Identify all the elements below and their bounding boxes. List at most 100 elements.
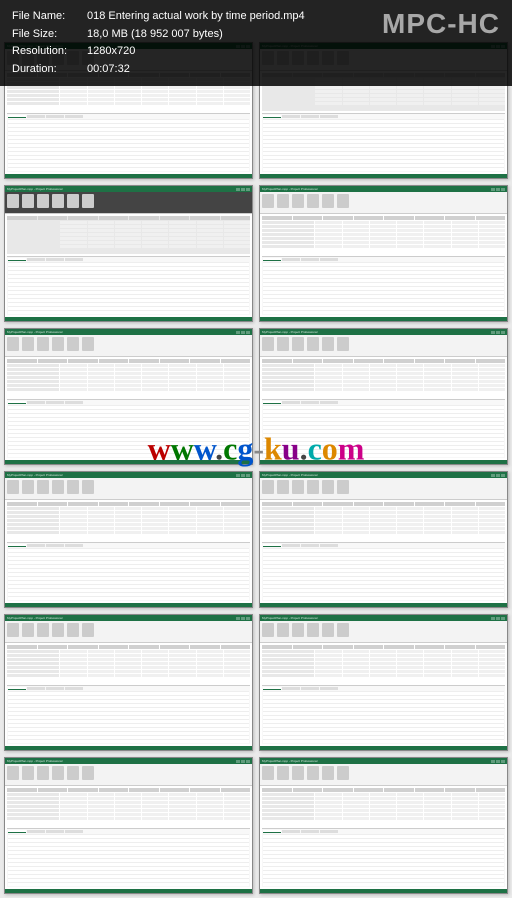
maximize-icon (496, 617, 500, 620)
table-row (7, 364, 250, 367)
table-row (262, 801, 505, 804)
minimize-icon (236, 188, 240, 191)
close-icon (246, 617, 250, 620)
ribbon-button-icon (322, 480, 334, 494)
ribbon-button-icon (82, 480, 94, 494)
table-row (7, 241, 250, 244)
minimize-icon (236, 331, 240, 334)
maximize-icon (241, 760, 245, 763)
task-table (7, 645, 250, 683)
task-table (262, 788, 505, 826)
detail-tab (282, 401, 300, 404)
table-row (262, 225, 505, 228)
ribbon-button-icon (52, 337, 64, 351)
table-row (7, 670, 250, 673)
details-pane (7, 256, 250, 315)
ribbon-button-icon (307, 480, 319, 494)
table-row (262, 507, 505, 510)
details-pane (262, 256, 505, 315)
table-row (7, 245, 250, 248)
status-bar (260, 174, 507, 178)
table-row (7, 523, 250, 526)
detail-tab (282, 258, 300, 261)
video-thumbnail[interactable]: MyProjectPlan.mpp - Project Professional (4, 614, 253, 751)
content-area (260, 643, 507, 746)
minimize-icon (491, 760, 495, 763)
detail-tab (8, 830, 26, 833)
window-title: MyProjectPlan.mpp - Project Professional (7, 473, 62, 477)
ribbon-button-icon (292, 337, 304, 351)
close-icon (246, 188, 250, 191)
content-area (5, 500, 252, 603)
ribbon-button-icon (337, 337, 349, 351)
detail-tab (8, 401, 26, 404)
table-row (7, 527, 250, 530)
detail-tab (8, 544, 26, 547)
video-thumbnail[interactable]: MyProjectPlan.mpp - Project Professional (259, 328, 508, 465)
close-icon (246, 474, 250, 477)
table-row (262, 94, 505, 97)
table-row (7, 388, 250, 391)
maximize-icon (496, 760, 500, 763)
ribbon-button-icon (322, 623, 334, 637)
ribbon-toolbar (260, 192, 507, 214)
table-row (7, 797, 250, 800)
detail-tab (65, 115, 83, 118)
table-row (262, 797, 505, 800)
timephased-grid (8, 119, 249, 171)
task-table (262, 216, 505, 254)
video-thumbnail[interactable]: MyProjectPlan.mpp - Project Professional (4, 328, 253, 465)
task-table (262, 359, 505, 397)
detail-tab (282, 544, 300, 547)
video-thumbnail[interactable]: MyProjectPlan.mpp - Project Professional (259, 757, 508, 894)
detail-tab (320, 258, 338, 261)
table-row (262, 221, 505, 224)
details-pane (7, 828, 250, 887)
video-thumbnail[interactable]: MyProjectPlan.mpp - Project Professional (4, 185, 253, 322)
video-thumbnail[interactable]: MyProjectPlan.mpp - Project Professional (259, 471, 508, 608)
detail-tab (320, 115, 338, 118)
ribbon-button-icon (262, 766, 274, 780)
ribbon-button-icon (307, 337, 319, 351)
table-row (7, 86, 250, 89)
player-app-title: MPC-HC (382, 8, 500, 40)
detail-tab (27, 401, 45, 404)
table-row (262, 515, 505, 518)
video-thumbnail[interactable]: MyProjectPlan.mpp - Project Professional (259, 185, 508, 322)
ribbon-button-icon (67, 623, 79, 637)
ribbon-button-icon (7, 766, 19, 780)
content-area (260, 500, 507, 603)
ribbon-button-icon (7, 480, 19, 494)
table-row (262, 670, 505, 673)
video-thumbnail[interactable]: MyProjectPlan.mpp - Project Professional (4, 757, 253, 894)
table-row (262, 364, 505, 367)
table-row (262, 372, 505, 375)
detail-tab (65, 544, 83, 547)
detail-tab (320, 544, 338, 547)
window-title: MyProjectPlan.mpp - Project Professional (7, 759, 62, 763)
detail-tab (263, 258, 281, 261)
thumbnail-grid[interactable]: MyProjectPlan.mpp - Project Professional… (0, 0, 512, 898)
detail-tab (263, 401, 281, 404)
ribbon-button-icon (22, 766, 34, 780)
detail-tab (46, 544, 64, 547)
minimize-icon (236, 474, 240, 477)
video-thumbnail[interactable]: MyProjectPlan.mpp - Project Professional (4, 471, 253, 608)
table-row (7, 229, 250, 232)
detail-tab (65, 401, 83, 404)
table-row (7, 368, 250, 371)
ribbon-button-icon (22, 337, 34, 351)
task-table (7, 216, 250, 254)
table-row (262, 531, 505, 534)
video-thumbnail[interactable]: MyProjectPlan.mpp - Project Professional (259, 614, 508, 751)
detail-tab (263, 687, 281, 690)
table-row (7, 94, 250, 97)
detail-tab (27, 687, 45, 690)
detail-tab (46, 687, 64, 690)
maximize-icon (496, 331, 500, 334)
detail-tab (301, 115, 319, 118)
ribbon-toolbar (260, 764, 507, 786)
table-row (7, 515, 250, 518)
minimize-icon (491, 331, 495, 334)
ribbon-button-icon (277, 194, 289, 208)
